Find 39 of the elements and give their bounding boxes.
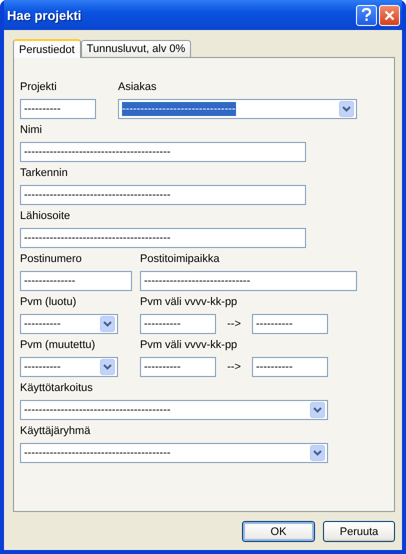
text-field[interactable]: -------------- <box>20 271 132 291</box>
text-field[interactable]: ----------------------------- <box>140 271 357 291</box>
field-label: Postitoimipaikka <box>140 252 220 266</box>
field-label: Postinumero <box>20 252 83 266</box>
dropdown-field[interactable]: ------------------------------- <box>118 99 357 119</box>
field-label: Pvm (luotu) <box>20 295 78 309</box>
help-icon <box>361 8 372 22</box>
dropdown-field[interactable]: ---------- <box>20 314 118 334</box>
text-field[interactable]: ---------------------------------------- <box>20 142 306 162</box>
field-label: Nimi <box>20 123 43 137</box>
close-icon <box>384 10 395 20</box>
field-label: Pvm väli vvvv-kk-pp <box>140 295 238 309</box>
date-from-field[interactable]: ---------- <box>140 314 216 334</box>
window-title: Hae projekti <box>7 8 82 22</box>
range-arrow-text: --> <box>226 317 242 332</box>
text-field[interactable]: ---------- <box>20 99 96 119</box>
dropdown-field[interactable]: ---------------------------------------- <box>20 400 328 420</box>
ok-button[interactable]: OK <box>242 521 315 542</box>
dropdown-field[interactable]: ---------------------------------------- <box>20 443 328 463</box>
field-label: Projekti <box>20 80 58 94</box>
help-button[interactable] <box>356 4 377 26</box>
range-arrow-text: --> <box>226 360 242 375</box>
cancel-button[interactable]: Peruuta <box>323 521 395 542</box>
field-label: Pvm väli vvvv-kk-pp <box>140 338 238 352</box>
field-label: Asiakas <box>118 80 158 94</box>
field-label: Käyttötarkoitus <box>20 381 94 395</box>
date-from-field[interactable]: ---------- <box>140 357 216 377</box>
text-field[interactable]: ---------------------------------------- <box>20 185 306 205</box>
date-to-field[interactable]: ---------- <box>252 357 328 377</box>
tab[interactable]: Perustiedot <box>13 39 81 58</box>
field-label: Käyttäjäryhmä <box>20 424 92 438</box>
close-button[interactable] <box>379 4 400 26</box>
field-label: Lähiosoite <box>20 209 72 223</box>
tab[interactable]: Tunnusluvut, alv 0% <box>80 40 192 57</box>
field-label: Pvm (muutettu) <box>20 338 96 352</box>
field-label: Tarkennin <box>20 166 69 180</box>
text-field[interactable]: ---------------------------------------- <box>20 228 306 248</box>
dropdown-field[interactable]: ---------- <box>20 357 118 377</box>
date-to-field[interactable]: ---------- <box>252 314 328 334</box>
